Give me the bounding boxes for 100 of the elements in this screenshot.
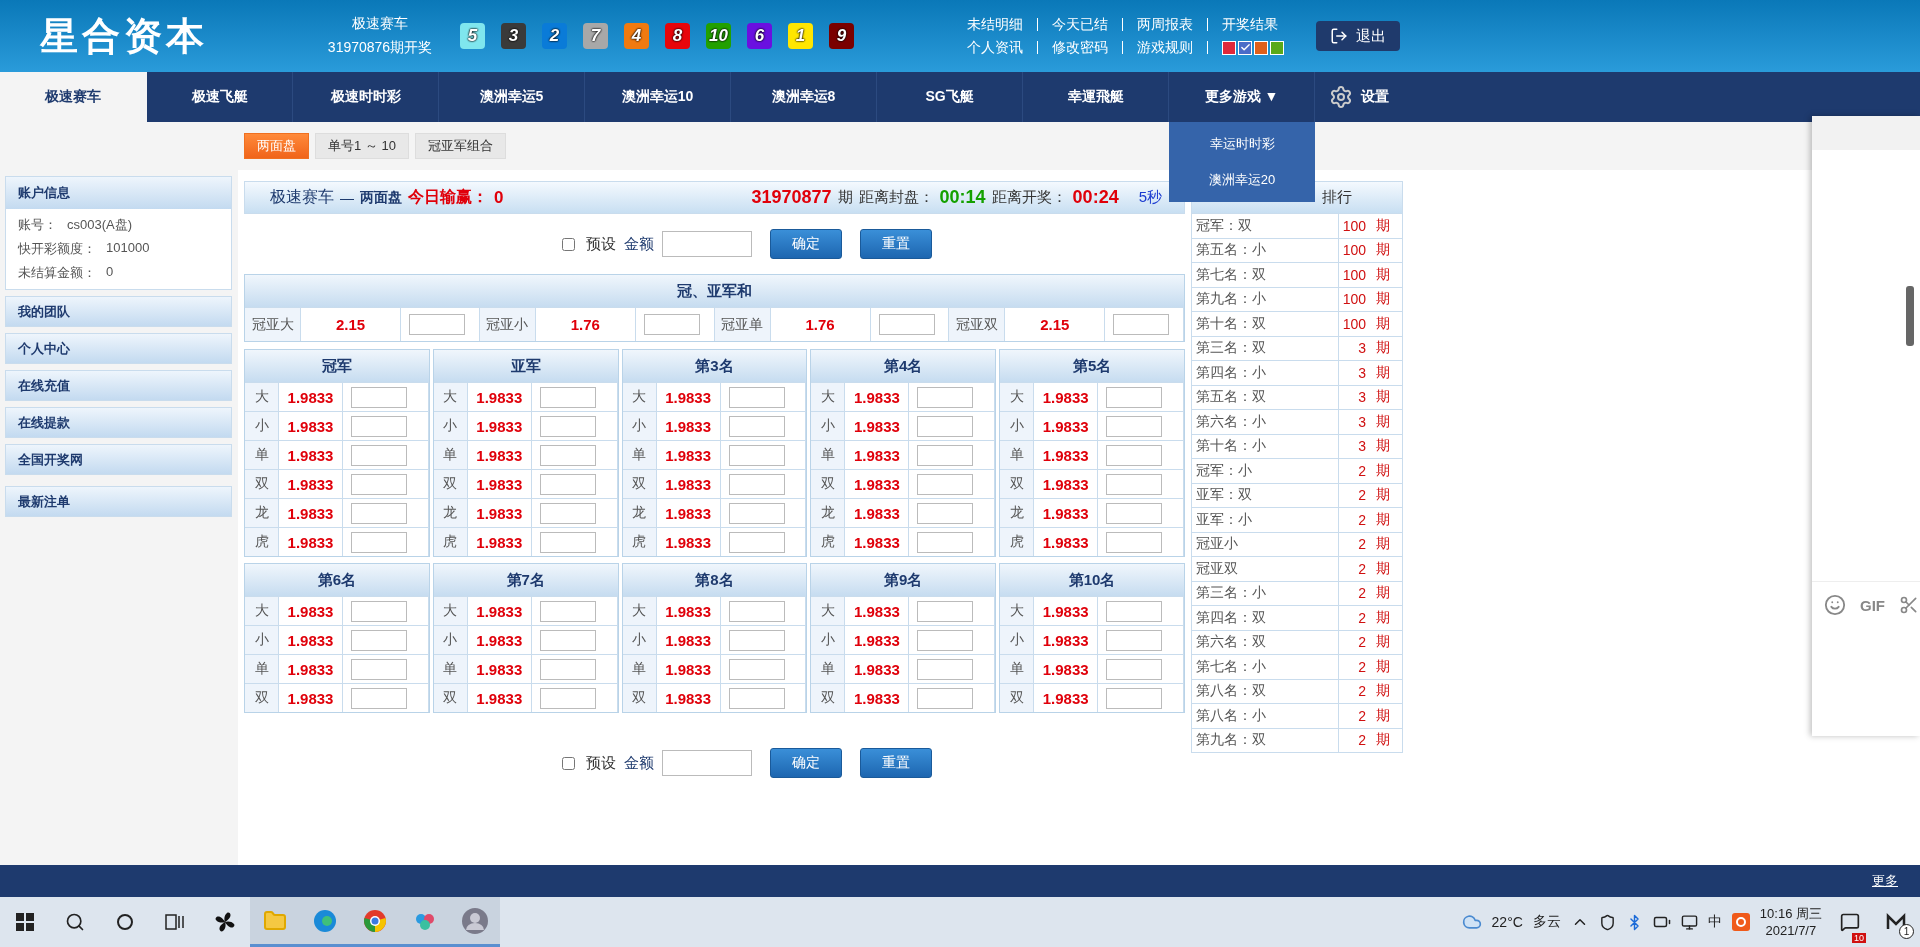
theme-swatch[interactable] <box>1238 40 1252 55</box>
bet-input[interactable] <box>728 415 785 437</box>
bet-input[interactable] <box>917 502 974 524</box>
more-link[interactable]: 更多 <box>1872 872 1898 890</box>
bet-input[interactable] <box>1106 473 1163 495</box>
bet-input[interactable] <box>1106 687 1163 709</box>
sub-tab[interactable]: 冠亚军组合 <box>414 133 506 159</box>
bet-input[interactable] <box>539 629 596 651</box>
bet-input[interactable] <box>1106 658 1163 680</box>
ranking-label: 第六名：双 <box>1192 630 1339 654</box>
bet-input[interactable] <box>1106 444 1163 466</box>
option-label: 双 <box>1000 683 1035 712</box>
bet-input[interactable] <box>409 314 465 335</box>
amount-input[interactable] <box>661 231 752 257</box>
bet-input[interactable] <box>1106 600 1163 622</box>
bet-input[interactable] <box>917 444 974 466</box>
bet-input[interactable] <box>351 687 407 709</box>
header-link[interactable]: 修改密码 <box>1052 38 1108 57</box>
header-link[interactable]: 开奖结果 <box>1222 15 1278 34</box>
bet-input[interactable] <box>728 444 785 466</box>
bet-input[interactable] <box>1106 386 1163 408</box>
bet-input[interactable] <box>539 502 596 524</box>
header-link[interactable]: 个人资讯 <box>967 38 1023 57</box>
bet-input[interactable] <box>1106 629 1163 651</box>
bet-input[interactable] <box>728 386 785 408</box>
bet-input[interactable] <box>539 386 596 408</box>
bet-input[interactable] <box>643 314 700 335</box>
bet-input[interactable] <box>917 386 974 408</box>
sidebar-menu-item[interactable]: 在线充值 <box>5 370 232 401</box>
streak-unit: 期 <box>1376 437 1390 456</box>
tray-badge: 1 <box>1899 924 1914 939</box>
bet-input[interactable] <box>351 444 407 466</box>
reset-button[interactable]: 重置 <box>859 229 932 259</box>
sidebar-menu-item[interactable]: 我的团队 <box>5 296 232 327</box>
bet-input[interactable] <box>917 658 974 680</box>
bet-input[interactable] <box>728 687 785 709</box>
bet-input[interactable] <box>539 415 596 437</box>
header-link[interactable]: 未结明细 <box>967 15 1023 34</box>
sidebar-menu-item[interactable]: 全国开奖网 <box>5 444 232 475</box>
odds-value: 1.9833 <box>656 498 721 527</box>
bet-input[interactable] <box>917 415 974 437</box>
bet-input[interactable] <box>351 531 407 553</box>
confirm-button[interactable]: 确定 <box>769 748 842 778</box>
sidebar-menu-item[interactable]: 在线提款 <box>5 407 232 438</box>
ranking-label: 冠军：双 <box>1192 214 1339 238</box>
preset-checkbox[interactable] <box>561 237 575 251</box>
option-label: 大 <box>811 596 846 625</box>
amount-label: 金额 <box>623 234 654 254</box>
bet-input[interactable] <box>539 531 596 553</box>
gif-button[interactable]: GIF <box>1860 596 1885 614</box>
bet-input[interactable] <box>539 658 596 680</box>
bet-input[interactable] <box>351 600 407 622</box>
bet-input[interactable] <box>351 629 407 651</box>
bet-input[interactable] <box>351 658 407 680</box>
bet-input[interactable] <box>539 444 596 466</box>
bet-input[interactable] <box>728 629 785 651</box>
bet-input[interactable] <box>1113 314 1170 335</box>
header-link[interactable]: 游戏规则 <box>1137 38 1193 57</box>
theme-swatch[interactable] <box>1270 40 1284 55</box>
bet-input[interactable] <box>351 386 407 408</box>
bet-input[interactable] <box>728 531 785 553</box>
bet-input[interactable] <box>878 314 935 335</box>
confirm-button[interactable]: 确定 <box>769 229 842 259</box>
bet-input[interactable] <box>917 600 974 622</box>
bet-input[interactable] <box>728 600 785 622</box>
bet-input[interactable] <box>728 502 785 524</box>
bet-input[interactable] <box>539 600 596 622</box>
bet-input[interactable] <box>539 687 596 709</box>
header-link[interactable]: 今天已结 <box>1052 15 1108 34</box>
reset-button[interactable]: 重置 <box>859 748 932 778</box>
bet-input[interactable] <box>1106 502 1163 524</box>
bet-input[interactable] <box>351 415 407 437</box>
bet-input[interactable] <box>917 531 974 553</box>
odds-value: 1.9833 <box>845 527 910 556</box>
theme-swatch[interactable] <box>1222 40 1236 55</box>
bet-input[interactable] <box>728 658 785 680</box>
nav-tab[interactable]: 极速赛车 <box>0 72 147 122</box>
preset-checkbox[interactable] <box>561 756 575 770</box>
settings-button[interactable]: 设置 <box>1315 72 1403 122</box>
theme-swatch[interactable] <box>1254 40 1268 55</box>
sidebar-menu-item[interactable]: 最新注单 <box>5 486 232 517</box>
streak-count: 100 <box>1342 217 1366 234</box>
bet-input[interactable] <box>351 502 407 524</box>
header-link[interactable]: 两周报表 <box>1137 15 1193 34</box>
bet-input[interactable] <box>917 473 974 495</box>
bet-input[interactable] <box>1106 415 1163 437</box>
bet-input[interactable] <box>728 473 785 495</box>
option-label: 大 <box>433 382 468 411</box>
sidebar-menu-item[interactable]: 个人中心 <box>5 333 232 364</box>
sub-tab[interactable]: 单号1 ～ 10 <box>315 133 409 159</box>
bet-input[interactable] <box>1106 531 1163 553</box>
bet-input[interactable] <box>917 687 974 709</box>
bet-input[interactable] <box>351 473 407 495</box>
avatar-icon <box>461 906 489 935</box>
bet-input[interactable] <box>539 473 596 495</box>
logout-button[interactable]: 退出 <box>1316 21 1400 51</box>
odds-value: 1.9833 <box>279 625 343 654</box>
dropdown-item[interactable]: 幸运时时彩 <box>1169 126 1315 162</box>
bet-input[interactable] <box>917 629 974 651</box>
amount-input[interactable] <box>661 750 752 776</box>
